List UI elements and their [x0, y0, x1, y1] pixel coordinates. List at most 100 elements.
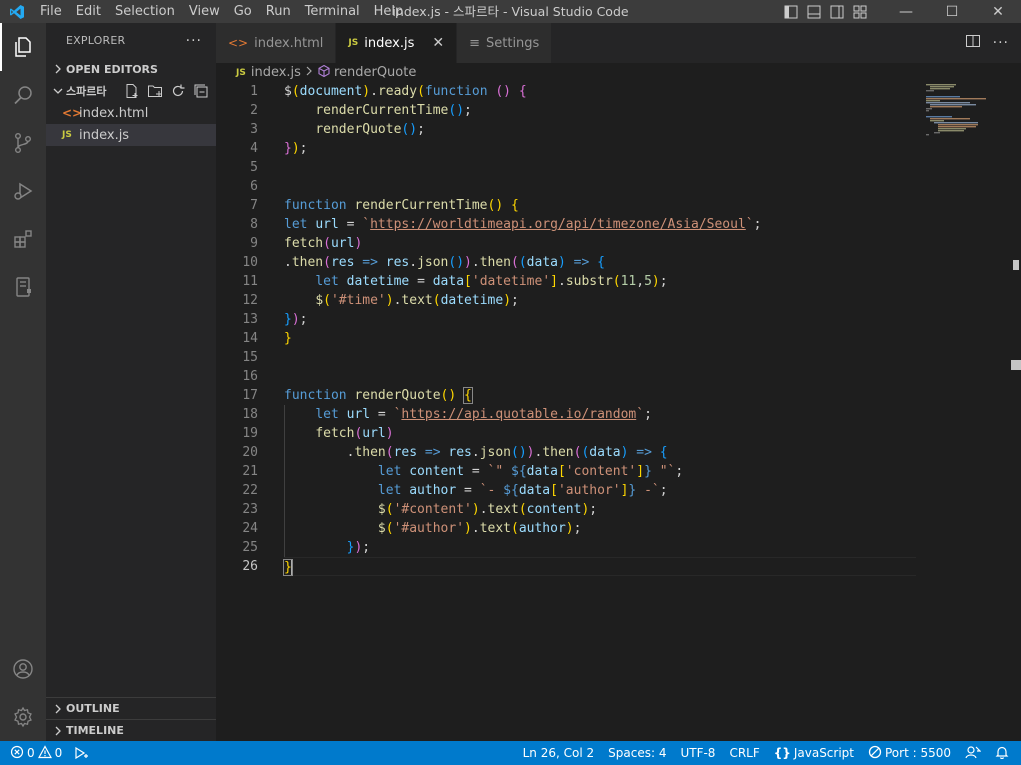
minimap[interactable]: [922, 82, 1010, 142]
code-line[interactable]: .then(res => res.json()).then((data) => …: [284, 443, 916, 462]
toggle-primary-sidebar-icon[interactable]: [782, 4, 800, 20]
cursor-position[interactable]: Ln 26, Col 2: [523, 746, 595, 760]
menu-view[interactable]: View: [182, 0, 227, 23]
menu-selection[interactable]: Selection: [108, 0, 182, 23]
code-line[interactable]: }: [283, 557, 916, 576]
split-editor-icon[interactable]: [965, 33, 981, 53]
code-line[interactable]: }: [284, 329, 916, 348]
code-line[interactable]: function renderCurrentTime() {: [284, 196, 916, 215]
outline-section[interactable]: OUTLINE: [46, 697, 216, 719]
more-actions-icon[interactable]: ···: [993, 35, 1009, 51]
search-icon[interactable]: [0, 71, 46, 119]
code-token: function: [424, 84, 488, 99]
code-line[interactable]: [284, 348, 916, 367]
code-line[interactable]: let url = `https://api.quotable.io/rando…: [284, 405, 916, 424]
toggle-panel-icon[interactable]: [805, 4, 823, 20]
customize-layout-icon[interactable]: [851, 4, 869, 20]
explorer-icon[interactable]: [0, 23, 46, 71]
chevron-right-icon: [305, 65, 313, 80]
collapse-all-icon[interactable]: [192, 82, 210, 100]
code-token: [: [550, 483, 558, 498]
file-index-html[interactable]: <> index.html: [46, 102, 216, 124]
code-line[interactable]: let author = `- ${data['author']} -`;: [284, 481, 916, 500]
problems-indicator[interactable]: 0 0: [10, 744, 62, 762]
new-file-icon[interactable]: [123, 82, 141, 100]
code-line[interactable]: });: [284, 538, 916, 557]
code-editor[interactable]: 1 2 3 4 5 6 7 8 9 10 11 12 13 14 15 16 17 18 19 20 21 22 23 24 2…: [216, 82, 1021, 741]
open-editors-section[interactable]: OPEN EDITORS: [46, 58, 216, 80]
code-line[interactable]: [284, 367, 916, 386]
code-token: .: [471, 521, 480, 536]
activity-bar: [0, 23, 46, 741]
code-line[interactable]: fetch(url): [284, 234, 916, 253]
menu-terminal[interactable]: Terminal: [298, 0, 367, 23]
code-line[interactable]: renderQuote();: [284, 120, 916, 139]
line-number: 18: [242, 407, 258, 422]
menu-edit[interactable]: Edit: [69, 0, 108, 23]
refresh-icon[interactable]: [169, 82, 187, 100]
remote-explorer-icon[interactable]: [0, 263, 46, 311]
code-token: =: [338, 217, 363, 232]
menu-run[interactable]: Run: [259, 0, 298, 23]
code-line[interactable]: .then(res => res.json()).then((data) => …: [284, 253, 916, 272]
language-mode[interactable]: {} JavaScript: [774, 746, 854, 760]
code-line[interactable]: [284, 177, 916, 196]
account-icon[interactable]: [0, 645, 46, 693]
code-line[interactable]: });: [284, 310, 916, 329]
code-line[interactable]: $(document).ready(function () {: [284, 82, 916, 101]
vertical-scrollbar[interactable]: [1007, 82, 1021, 741]
code-line[interactable]: });: [284, 139, 916, 158]
code-line[interactable]: renderCurrentTime();: [284, 101, 916, 120]
indentation[interactable]: Spaces: 4: [608, 746, 666, 760]
code-line[interactable]: let content = `" ${data['content']} "`;: [284, 462, 916, 481]
maximize-button[interactable]: ☐: [929, 0, 975, 23]
settings-gear-icon[interactable]: [0, 693, 46, 741]
code-line[interactable]: [284, 158, 916, 177]
tab-index-js[interactable]: JS index.js ✕: [336, 23, 458, 63]
close-tab-icon[interactable]: ✕: [432, 35, 444, 51]
code-token: ;: [573, 521, 582, 536]
breadcrumb-file[interactable]: index.js: [251, 65, 301, 80]
code-line[interactable]: fetch(url): [284, 424, 916, 443]
code-line[interactable]: $('#author').text(author);: [284, 519, 916, 538]
live-server-status[interactable]: Port : 5500: [868, 745, 951, 762]
encoding[interactable]: UTF-8: [680, 746, 715, 760]
source-control-icon[interactable]: [0, 119, 46, 167]
more-actions-icon[interactable]: ···: [186, 33, 202, 49]
run-debug-icon[interactable]: [0, 167, 46, 215]
toggle-secondary-sidebar-icon[interactable]: [828, 4, 846, 20]
live-share-icon[interactable]: [74, 746, 90, 760]
code-line[interactable]: $('#time').text(datetime);: [284, 291, 916, 310]
minimize-button[interactable]: —: [883, 0, 929, 23]
timeline-section[interactable]: TIMELINE: [46, 719, 216, 741]
extensions-icon[interactable]: [0, 215, 46, 263]
menu-help[interactable]: Help: [367, 0, 411, 23]
new-folder-icon[interactable]: [146, 82, 164, 100]
menu-file[interactable]: File: [33, 0, 69, 23]
code-token: let: [377, 464, 402, 479]
file-index-js[interactable]: JS index.js: [46, 124, 216, 146]
line-number: 2: [250, 103, 258, 118]
outline-label: OUTLINE: [66, 702, 120, 715]
code-line[interactable]: let url = `https://worldtimeapi.org/api/…: [284, 215, 916, 234]
line-ending[interactable]: CRLF: [729, 746, 759, 760]
close-button[interactable]: ✕: [975, 0, 1021, 23]
tab-settings[interactable]: ≡ Settings: [457, 23, 553, 63]
feedback-icon[interactable]: [965, 745, 982, 762]
workspace-folder[interactable]: 스파르타: [46, 80, 216, 102]
code-line[interactable]: function renderQuote() {: [284, 386, 916, 405]
notifications-bell-icon[interactable]: [995, 745, 1009, 762]
code-token: content: [409, 464, 465, 479]
code-line[interactable]: $('#content').text(content);: [284, 500, 916, 519]
indent-guide: [284, 405, 285, 424]
code-area[interactable]: $(document).ready(function () { renderCu…: [283, 82, 916, 576]
error-count: 0: [27, 746, 35, 760]
tab-index-html[interactable]: <> index.html: [216, 23, 337, 63]
breadcrumb-symbol[interactable]: renderQuote: [334, 65, 416, 80]
code-line[interactable]: let datetime = data['datetime'].substr(1…: [284, 272, 916, 291]
code-token: ;: [464, 103, 472, 118]
menu-go[interactable]: Go: [227, 0, 259, 23]
